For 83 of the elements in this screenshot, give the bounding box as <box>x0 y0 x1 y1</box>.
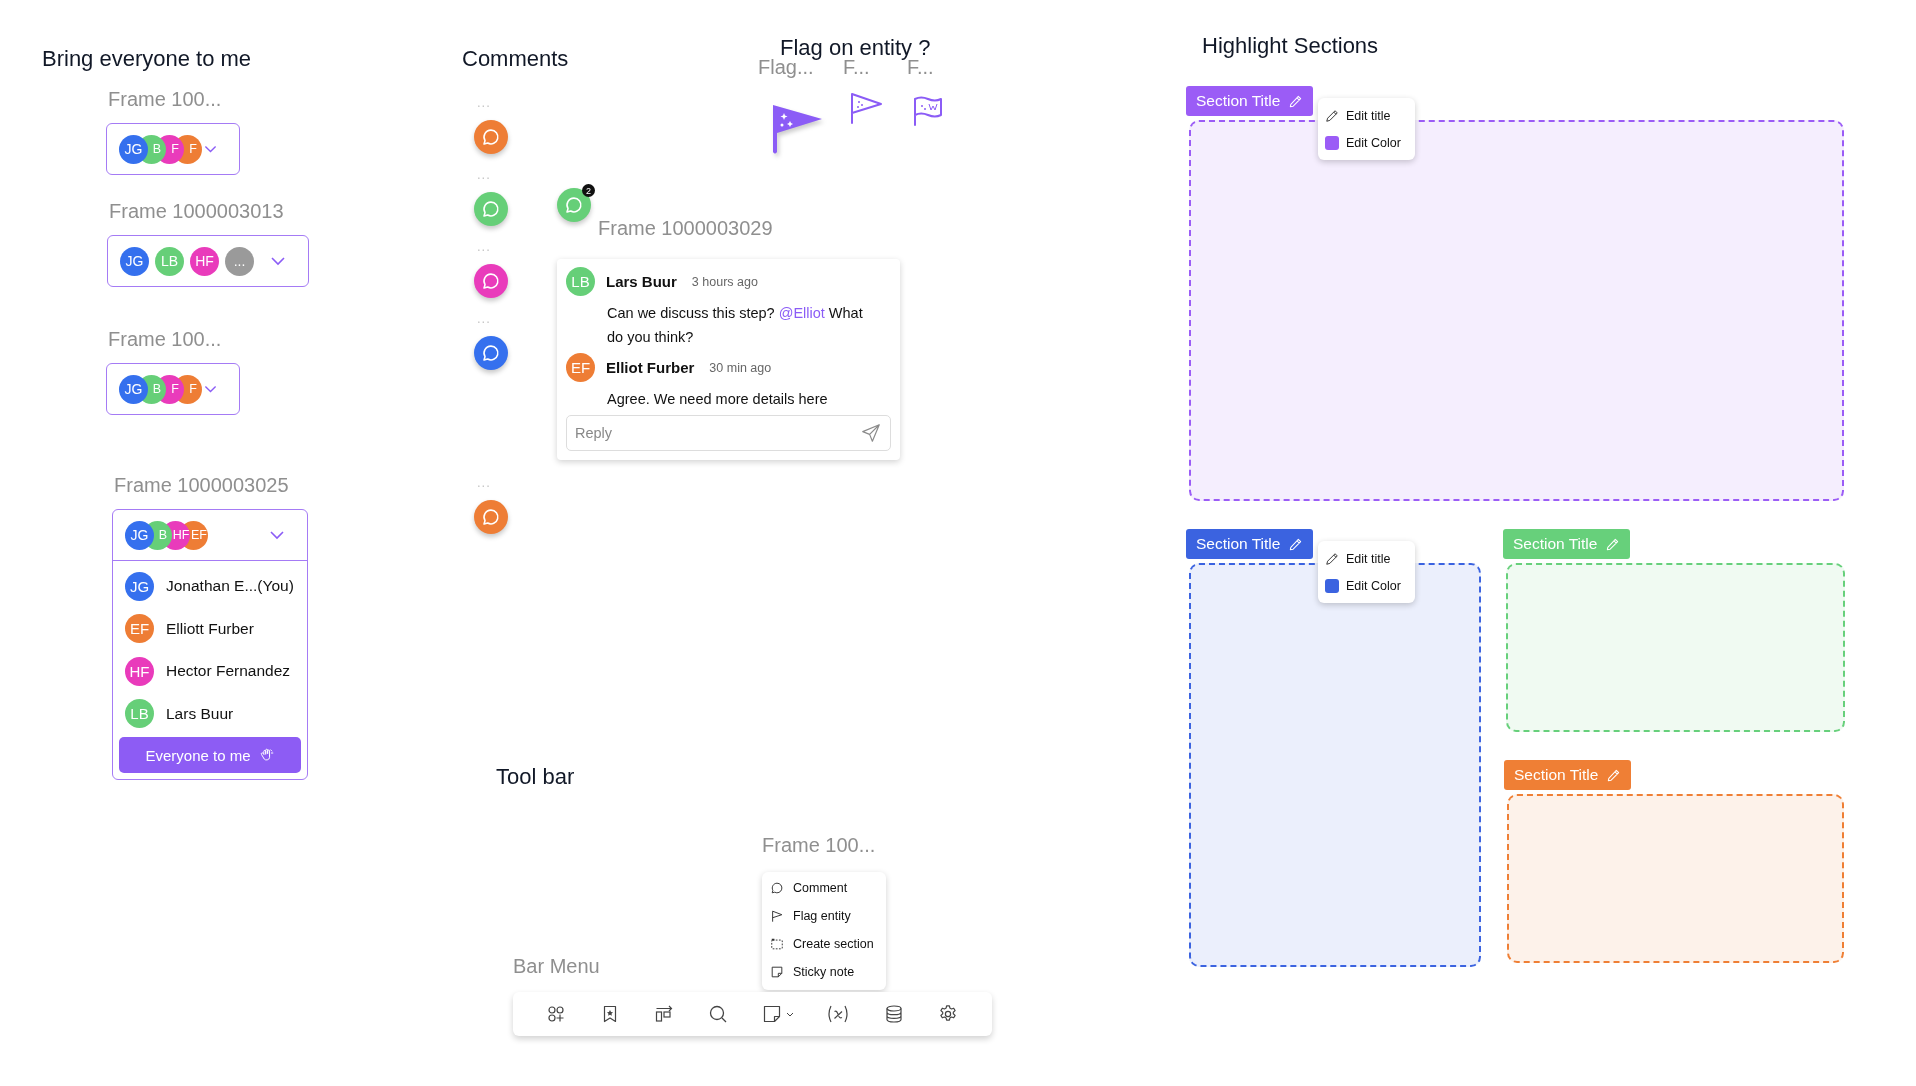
avatar: JG <box>119 374 148 404</box>
frame-label: Bar Menu <box>513 955 600 978</box>
avatar: LB <box>125 699 154 729</box>
flag-icon[interactable] <box>849 91 883 125</box>
menu-item[interactable]: Create section <box>762 930 886 958</box>
message-text: Can we discuss this step? @Elliot What do you think? <box>607 304 864 347</box>
author-name: Lars Buur <box>606 273 677 290</box>
member-name: Lars Buur <box>166 704 234 723</box>
dashed-frame-icon <box>770 937 784 951</box>
layout-arrow-icon[interactable] <box>654 1004 674 1024</box>
avatar: JG <box>125 571 154 601</box>
member-item[interactable]: HF Hector Fernandez <box>125 650 295 693</box>
timestamp: 3 hours ago <box>691 274 758 289</box>
user-picker[interactable]: JG B HF EF JG Jonathan E...(You) EF Elliott Furber HF Hector Fernandez LB Lars Buur Everyone to me <box>112 509 308 780</box>
pin-label: ... <box>476 168 491 182</box>
frame-title: Highlight Sections <box>1202 33 1379 59</box>
frame-label: Frame 1000003013 <box>108 200 284 223</box>
frame-title: Tool bar <box>496 764 575 790</box>
database-icon[interactable] <box>884 1004 904 1024</box>
pencil-icon <box>1325 551 1339 566</box>
count-badge: 2 <box>582 184 595 197</box>
member-name: Elliott Furber <box>166 619 254 638</box>
waving-hand-icon <box>258 747 275 763</box>
menu-item[interactable]: Flag entity <box>762 902 886 930</box>
frame-label: Frame 1000003025 <box>113 474 289 497</box>
reply-field[interactable]: Reply <box>566 415 891 451</box>
send-icon[interactable] <box>860 422 882 444</box>
timestamp: 30 min ago <box>709 360 772 375</box>
frame-title: Bring everyone to me <box>42 46 252 72</box>
avatar: EF <box>566 353 595 382</box>
menu-item[interactable]: Edit Color <box>1318 129 1415 156</box>
member-item[interactable]: LB Lars Buur <box>125 692 295 735</box>
member-item[interactable]: JG Jonathan E...(You) <box>125 565 295 608</box>
avatar: HF <box>125 656 154 686</box>
avatar: EF <box>125 614 154 644</box>
everyone-to-me-button[interactable]: Everyone to me <box>119 737 301 773</box>
pin-label: ... <box>476 240 491 254</box>
frame-label: Frame 100... <box>107 88 222 111</box>
user-picker[interactable]: JG LB HF ... <box>107 235 309 287</box>
menu-item[interactable]: Edit title <box>1318 102 1415 129</box>
flag-icon <box>770 909 784 923</box>
avatar: LB <box>155 246 184 276</box>
section-title-tag[interactable]: Section Title <box>1186 86 1314 116</box>
sticky-note-icon[interactable] <box>762 1004 796 1024</box>
avatar: LB <box>566 267 595 296</box>
mention-link[interactable]: @Elliot <box>778 305 825 321</box>
pencil-icon <box>1288 536 1304 552</box>
frame-label: Frame 100... <box>107 328 222 351</box>
settings-icon[interactable] <box>938 1004 958 1024</box>
pencil-icon <box>1288 93 1304 109</box>
comment-pin[interactable] <box>557 188 591 222</box>
avatar: HF <box>190 246 219 276</box>
pin-label: ... <box>476 476 491 490</box>
avatar: JG <box>125 520 154 550</box>
flag-icon[interactable] <box>912 94 944 126</box>
section-title-tag[interactable]: Section Title <box>1186 529 1314 559</box>
member-item[interactable]: EF Elliott Furber <box>125 607 295 650</box>
avatar: JG <box>119 134 148 164</box>
menu-item[interactable]: Edit Color <box>1318 572 1415 599</box>
frame-label: Frame 100... <box>762 834 876 857</box>
avatar: JG <box>120 246 149 276</box>
menu-item[interactable]: Comment <box>762 874 886 902</box>
user-picker[interactable]: JG B F F <box>106 123 240 175</box>
sticky-note-icon <box>770 965 784 979</box>
user-picker[interactable]: JG B F F <box>106 363 240 415</box>
frame-title: Comments <box>462 46 569 72</box>
message-text: Agree. We need more details here <box>607 390 829 409</box>
comment-icon <box>770 881 784 895</box>
author-name: Elliot Furber <box>606 359 695 376</box>
pencil-icon <box>1325 108 1339 123</box>
member-name: Hector Fernandez <box>166 662 291 681</box>
avatar: ... <box>225 246 254 276</box>
pin-label: ... <box>476 312 491 326</box>
variable-icon[interactable] <box>826 1004 850 1024</box>
pencil-icon <box>1605 536 1621 552</box>
pencil-icon <box>1606 767 1622 783</box>
frame-label: Frame 1000003029 <box>598 217 773 240</box>
menu-item[interactable]: Edit title <box>1318 545 1415 572</box>
pin-label: ... <box>476 96 491 110</box>
add-widget-icon[interactable] <box>546 1004 566 1024</box>
member-name: Jonathan E...(You) <box>166 577 294 596</box>
menu-item[interactable]: Sticky note <box>762 958 886 986</box>
search-icon[interactable] <box>708 1004 728 1024</box>
